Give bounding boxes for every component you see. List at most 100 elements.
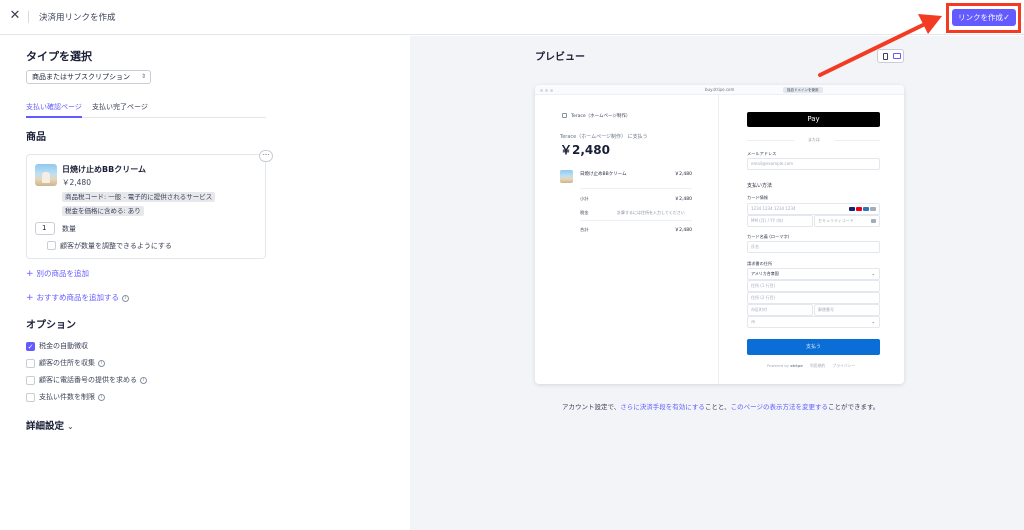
country-select[interactable]: アメリカ合衆国 ⌄ bbox=[747, 268, 880, 280]
preview-total-amount: ￥2,480 bbox=[560, 143, 610, 157]
window-dot bbox=[540, 89, 543, 92]
cvc-field[interactable]: セキュリティコード bbox=[814, 215, 880, 227]
divider bbox=[28, 11, 29, 23]
tax-code-chip: 商品税コード: 一般 - 電子的に提供されるサービス bbox=[62, 192, 216, 202]
window-dot bbox=[550, 89, 553, 92]
preview-url: buy.stripe.com bbox=[705, 87, 735, 92]
stripe-logo: stripe bbox=[790, 363, 803, 368]
enable-payment-methods-link[interactable]: さらに決済手段を有効にする bbox=[620, 403, 705, 411]
card-number-field[interactable]: 1234 1234 1234 1234 bbox=[747, 203, 880, 215]
checkbox[interactable] bbox=[26, 392, 35, 402]
custom-domain-badge: 独自ドメインを使用 bbox=[783, 87, 823, 93]
window-dot bbox=[545, 89, 548, 92]
plus-icon: + bbox=[26, 269, 34, 279]
tax-included-chip: 税金を価格に含める: あり bbox=[62, 206, 144, 216]
preview-total-value: ￥2,480 bbox=[674, 228, 692, 233]
browser-bar: buy.stripe.com 独自ドメインを使用 bbox=[535, 85, 904, 95]
option-collect-address[interactable]: 顧客の住所を収集 i bbox=[26, 358, 105, 368]
preview-item-price: ￥2,480 bbox=[674, 172, 692, 177]
checkbox-checked-icon[interactable]: ✓ bbox=[26, 341, 35, 351]
quantity-input[interactable]: 1 bbox=[35, 222, 55, 235]
preview-heading: プレビュー bbox=[535, 52, 585, 63]
plus-icon: + bbox=[26, 293, 34, 303]
more-options-icon[interactable]: ··· bbox=[259, 150, 273, 162]
options-heading: オプション bbox=[26, 320, 76, 331]
close-icon[interactable]: ✕ bbox=[8, 9, 22, 23]
desktop-icon[interactable] bbox=[893, 53, 901, 59]
change-display-link[interactable]: このページの表示方法を変更する bbox=[731, 403, 828, 411]
back-icon bbox=[562, 113, 567, 118]
city-field[interactable]: 市区町村 bbox=[747, 304, 813, 316]
info-icon: i bbox=[122, 294, 130, 302]
products-heading: 商品 bbox=[26, 132, 46, 143]
cvc-card-icon bbox=[870, 219, 876, 229]
preview-subtotal-label: 小計 bbox=[580, 196, 589, 201]
product-price: ￥2,480 bbox=[62, 178, 91, 187]
preview-subtotal: ￥2,480 bbox=[674, 197, 692, 202]
or-separator-text: または bbox=[794, 137, 834, 143]
divider bbox=[580, 220, 692, 221]
preview-product-thumbnail bbox=[560, 170, 573, 183]
checkout-preview: buy.stripe.com 独自ドメインを使用 Terace（ホームページ制作… bbox=[535, 85, 904, 384]
address-line2-field[interactable]: 住所 (2 行目) bbox=[747, 292, 880, 304]
option-limit-payments[interactable]: 支払い件数を制限 i bbox=[26, 392, 105, 402]
tab-payment-page[interactable]: 支払い確認ページ bbox=[26, 102, 82, 118]
device-toggle[interactable] bbox=[877, 49, 904, 63]
info-icon: i bbox=[98, 393, 105, 401]
payment-method-heading: 支払い方法 bbox=[747, 183, 773, 189]
preview-total-label: 合計 bbox=[580, 227, 589, 232]
chevron-down-icon: ⌄ bbox=[871, 271, 875, 276]
divider bbox=[580, 188, 692, 189]
chevron-down-icon: ⌄ bbox=[871, 319, 875, 324]
advanced-settings-toggle[interactable]: 詳細設定 ⌄ bbox=[26, 418, 74, 432]
product-name: 日焼け止めBBクリーム bbox=[62, 165, 146, 174]
billing-address-label: 請求書の住所 bbox=[747, 261, 773, 266]
email-label: メールアドレス bbox=[747, 151, 777, 156]
state-select[interactable]: 州 ⌄ bbox=[747, 316, 880, 328]
settings-panel: タイプを選択 商品またはサブスクリプション ⇕ 支払い確認ページ 支払い完了ペー… bbox=[0, 36, 410, 530]
apple-pay-button[interactable]: Pay bbox=[747, 112, 880, 127]
mobile-icon[interactable] bbox=[883, 53, 888, 60]
preview-panel: プレビュー buy.stripe.com 独自ドメインを使用 Terace（ホー… bbox=[410, 36, 1024, 530]
updown-chevron-icon: ⇕ bbox=[140, 73, 146, 80]
expiry-field[interactable]: MM (月) / YY (年) bbox=[747, 215, 813, 227]
powered-by-footer: Powered by stripe 利用規約 プライバシー bbox=[767, 363, 856, 368]
preview-tax-note: 計算するには住所を入力してください bbox=[617, 210, 685, 215]
zip-field[interactable]: 郵便番号 bbox=[814, 304, 880, 316]
add-product-link[interactable]: + 別の商品を追加 bbox=[26, 268, 89, 279]
email-field[interactable]: email@example.com bbox=[747, 158, 880, 170]
pay-button[interactable]: 支払う bbox=[747, 339, 880, 355]
chevron-down-icon: ⌄ bbox=[67, 422, 74, 431]
tab-confirmation-page[interactable]: 支払い完了ページ bbox=[92, 102, 148, 118]
preview-merchant: Terace（ホームページ制作） bbox=[562, 113, 630, 119]
card-info-label: カード情報 bbox=[747, 195, 768, 200]
privacy-link[interactable]: プライバシー bbox=[832, 363, 855, 368]
add-recommended-link[interactable]: + おすすめ商品を追加する i bbox=[26, 292, 130, 303]
settings-footnote: アカウント設定で、さらに決済手段を有効にすることと、このページの表示方法を変更す… bbox=[562, 403, 880, 411]
quantity-label: 数量 bbox=[62, 225, 76, 233]
product-thumbnail bbox=[35, 164, 57, 186]
annotation-highlight-box bbox=[946, 3, 1021, 33]
cardholder-name-label: カード名義 (ローマ字) bbox=[747, 234, 790, 239]
type-select[interactable]: 商品またはサブスクリプション ⇕ bbox=[26, 70, 151, 84]
page-tabs: 支払い確認ページ 支払い完了ページ bbox=[26, 102, 266, 118]
terms-link[interactable]: 利用規約 bbox=[810, 363, 825, 368]
preview-pay-to: Terace（ホームページ制作） に支払う bbox=[560, 134, 648, 140]
cardholder-name-field[interactable]: 氏名 bbox=[747, 241, 880, 253]
column-divider bbox=[718, 95, 719, 384]
preview-tax-label: 税金 bbox=[580, 210, 589, 215]
address-line1-field[interactable]: 住所 (1 行目) bbox=[747, 280, 880, 292]
adjustable-quantity-label: 顧客が数量を調整できるようにする bbox=[60, 242, 172, 250]
option-auto-tax[interactable]: ✓ 税金の自動徴収 bbox=[26, 341, 88, 351]
info-icon: i bbox=[140, 376, 147, 384]
checkbox[interactable] bbox=[26, 375, 35, 385]
page-title: 決済用リンクを作成 bbox=[39, 13, 116, 23]
preview-item-name: 日焼け止めBBクリーム bbox=[580, 172, 627, 177]
info-icon: i bbox=[98, 359, 105, 367]
product-card: ··· 日焼け止めBBクリーム ￥2,480 商品税コード: 一般 - 電子的に… bbox=[26, 150, 273, 259]
adjustable-quantity-checkbox[interactable] bbox=[47, 241, 56, 250]
type-select-value: 商品またはサブスクリプション bbox=[32, 73, 130, 81]
top-bar: ✕ 決済用リンクを作成 リンクを作成 ✓ bbox=[0, 0, 1024, 35]
checkbox[interactable] bbox=[26, 358, 35, 368]
option-require-phone[interactable]: 顧客に電話番号の提供を求める i bbox=[26, 375, 147, 385]
